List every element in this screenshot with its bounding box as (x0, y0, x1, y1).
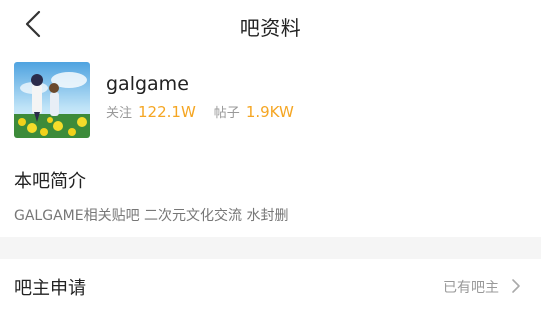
top-bar: 吧资料 (0, 0, 541, 52)
forum-stats: 关注 122.1W 帖子 1.9KW (106, 102, 294, 121)
section-divider (0, 237, 541, 259)
chevron-right-icon (509, 276, 523, 296)
forum-info: galgame 关注 122.1W 帖子 1.9KW (14, 62, 526, 138)
follow-label: 关注 (106, 106, 133, 121)
page-title: 吧资料 (239, 16, 302, 40)
owner-status-value: 已有吧主 (443, 280, 499, 296)
intro-heading: 本吧简介 (14, 171, 86, 192)
owner-application-label: 吧主申请 (14, 278, 86, 299)
intro-text: GALGAME相关贴吧 二次元文化交流 水封删 (14, 208, 289, 224)
posts-label: 帖子 (213, 106, 240, 121)
forum-owner-application-row[interactable]: 吧主申请 已有吧主 (0, 259, 541, 315)
forum-name: galgame (106, 73, 189, 95)
follow-count: 122.1W (138, 103, 196, 121)
forum-avatar[interactable] (14, 62, 90, 138)
posts-count: 1.9KW (245, 103, 294, 121)
